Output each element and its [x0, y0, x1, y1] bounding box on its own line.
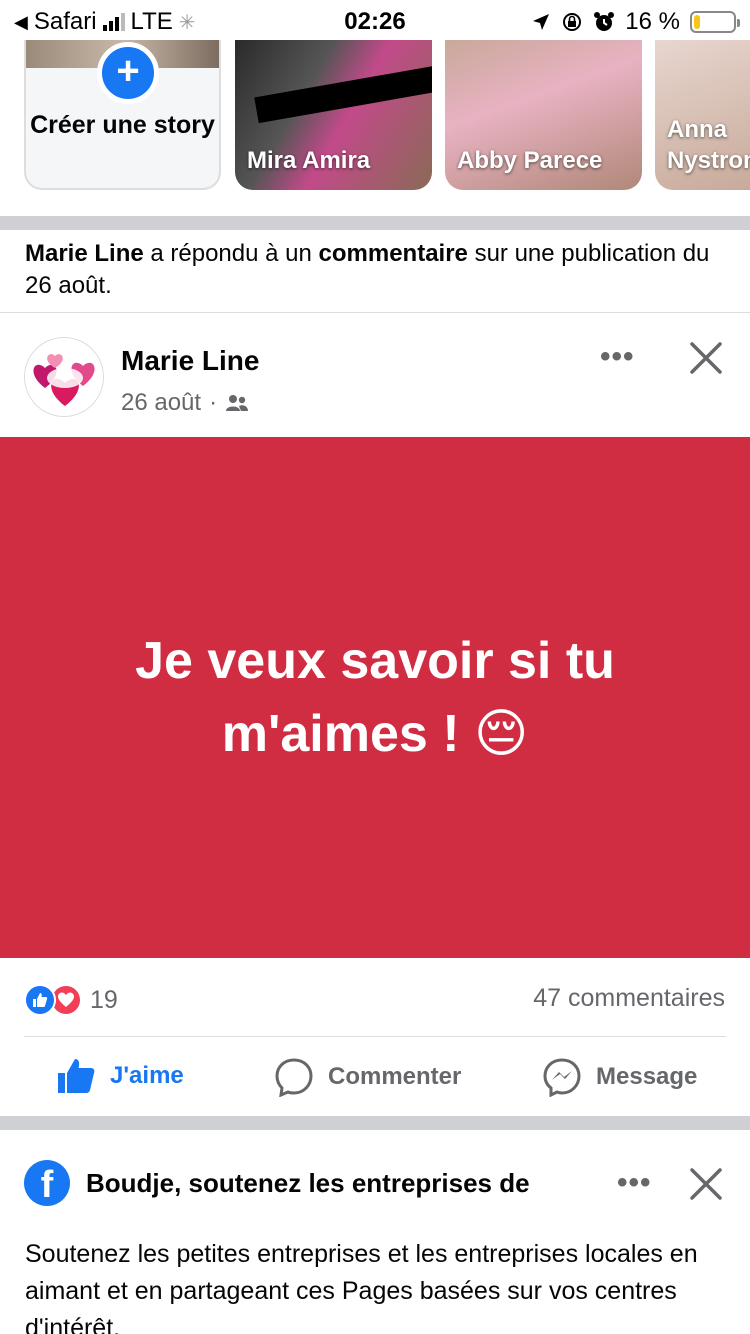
like-button[interactable]: J'aime [56, 1057, 184, 1095]
story-card[interactable]: Anna Nystrom [655, 40, 750, 190]
friends-icon [226, 395, 249, 411]
battery-percent: 16 % [625, 8, 680, 35]
message-button[interactable]: Message [542, 1057, 697, 1097]
reaction-count: 19 [90, 985, 118, 1014]
status-right: 16 % [531, 8, 740, 36]
notice-divider [0, 312, 750, 313]
suggestion-body: Soutenez les petites entreprises et les … [25, 1240, 698, 1334]
more-options-icon[interactable]: ••• [617, 1166, 652, 1200]
battery-icon [690, 11, 740, 33]
post-author[interactable]: Marie Line [121, 345, 259, 377]
comment-label: Commenter [328, 1063, 462, 1090]
hearts-avatar-icon [33, 354, 95, 406]
section-divider [0, 216, 750, 230]
story-overlay-band [254, 62, 432, 124]
story-card[interactable]: Abby Parece [445, 40, 642, 190]
post-meta: 26 août · [121, 389, 249, 417]
story-name: Mira Amira [247, 147, 371, 174]
thumbs-up-icon [58, 1059, 95, 1093]
create-story-label: Créer une story [30, 111, 215, 139]
meta-dot: · [209, 389, 218, 416]
create-story-card[interactable]: + Créer une story [24, 40, 221, 190]
comment-bubble-icon [275, 1058, 313, 1097]
rotation-lock-icon [563, 13, 582, 31]
reactions-summary[interactable]: 19 [24, 984, 118, 1016]
story-name: Anna Nystrom [667, 116, 750, 174]
comments-count[interactable]: 47 commentaires [533, 984, 725, 1013]
post-text-card[interactable]: Je veux savoir si tu m'aimes ! 😔 [0, 437, 750, 958]
story-card[interactable]: Mira Amira [235, 40, 432, 190]
messenger-icon [543, 1058, 581, 1097]
story-name: Abby Parece [457, 147, 603, 174]
notice-object: commentaire [318, 240, 468, 267]
comment-button[interactable]: Commenter [274, 1057, 461, 1097]
plus-icon[interactable]: + [97, 42, 159, 104]
stories-tray: + Créer une story Mira Amira Abby Parece… [0, 40, 750, 216]
post-date[interactable]: 26 août [121, 389, 201, 417]
battery-fill [694, 15, 700, 29]
location-icon [533, 14, 550, 30]
avatar[interactable] [24, 337, 104, 417]
status-bar: ◀ Safari LTE ✳ 02:26 16 % [0, 0, 750, 40]
facebook-logo-icon: f [24, 1160, 70, 1206]
more-options-icon[interactable]: ••• [600, 340, 635, 374]
suggestion-title: Boudje, soutenez les entreprises de [86, 1168, 530, 1198]
post-text: Je veux savoir si tu m'aimes ! 😔 [135, 631, 615, 763]
close-icon[interactable] [689, 341, 723, 375]
alarm-icon [594, 12, 615, 31]
notice-text-mid: a répondu à un [143, 240, 319, 267]
activity-notice[interactable]: Marie Line a répondu à un commentaire su… [25, 238, 715, 302]
like-reaction-icon [24, 984, 56, 1016]
message-label: Message [596, 1063, 698, 1090]
close-icon[interactable] [689, 1167, 723, 1201]
notice-actor: Marie Line [25, 240, 144, 267]
reactions-divider [24, 1036, 726, 1037]
section-divider [0, 1116, 750, 1130]
like-label: J'aime [110, 1062, 184, 1089]
